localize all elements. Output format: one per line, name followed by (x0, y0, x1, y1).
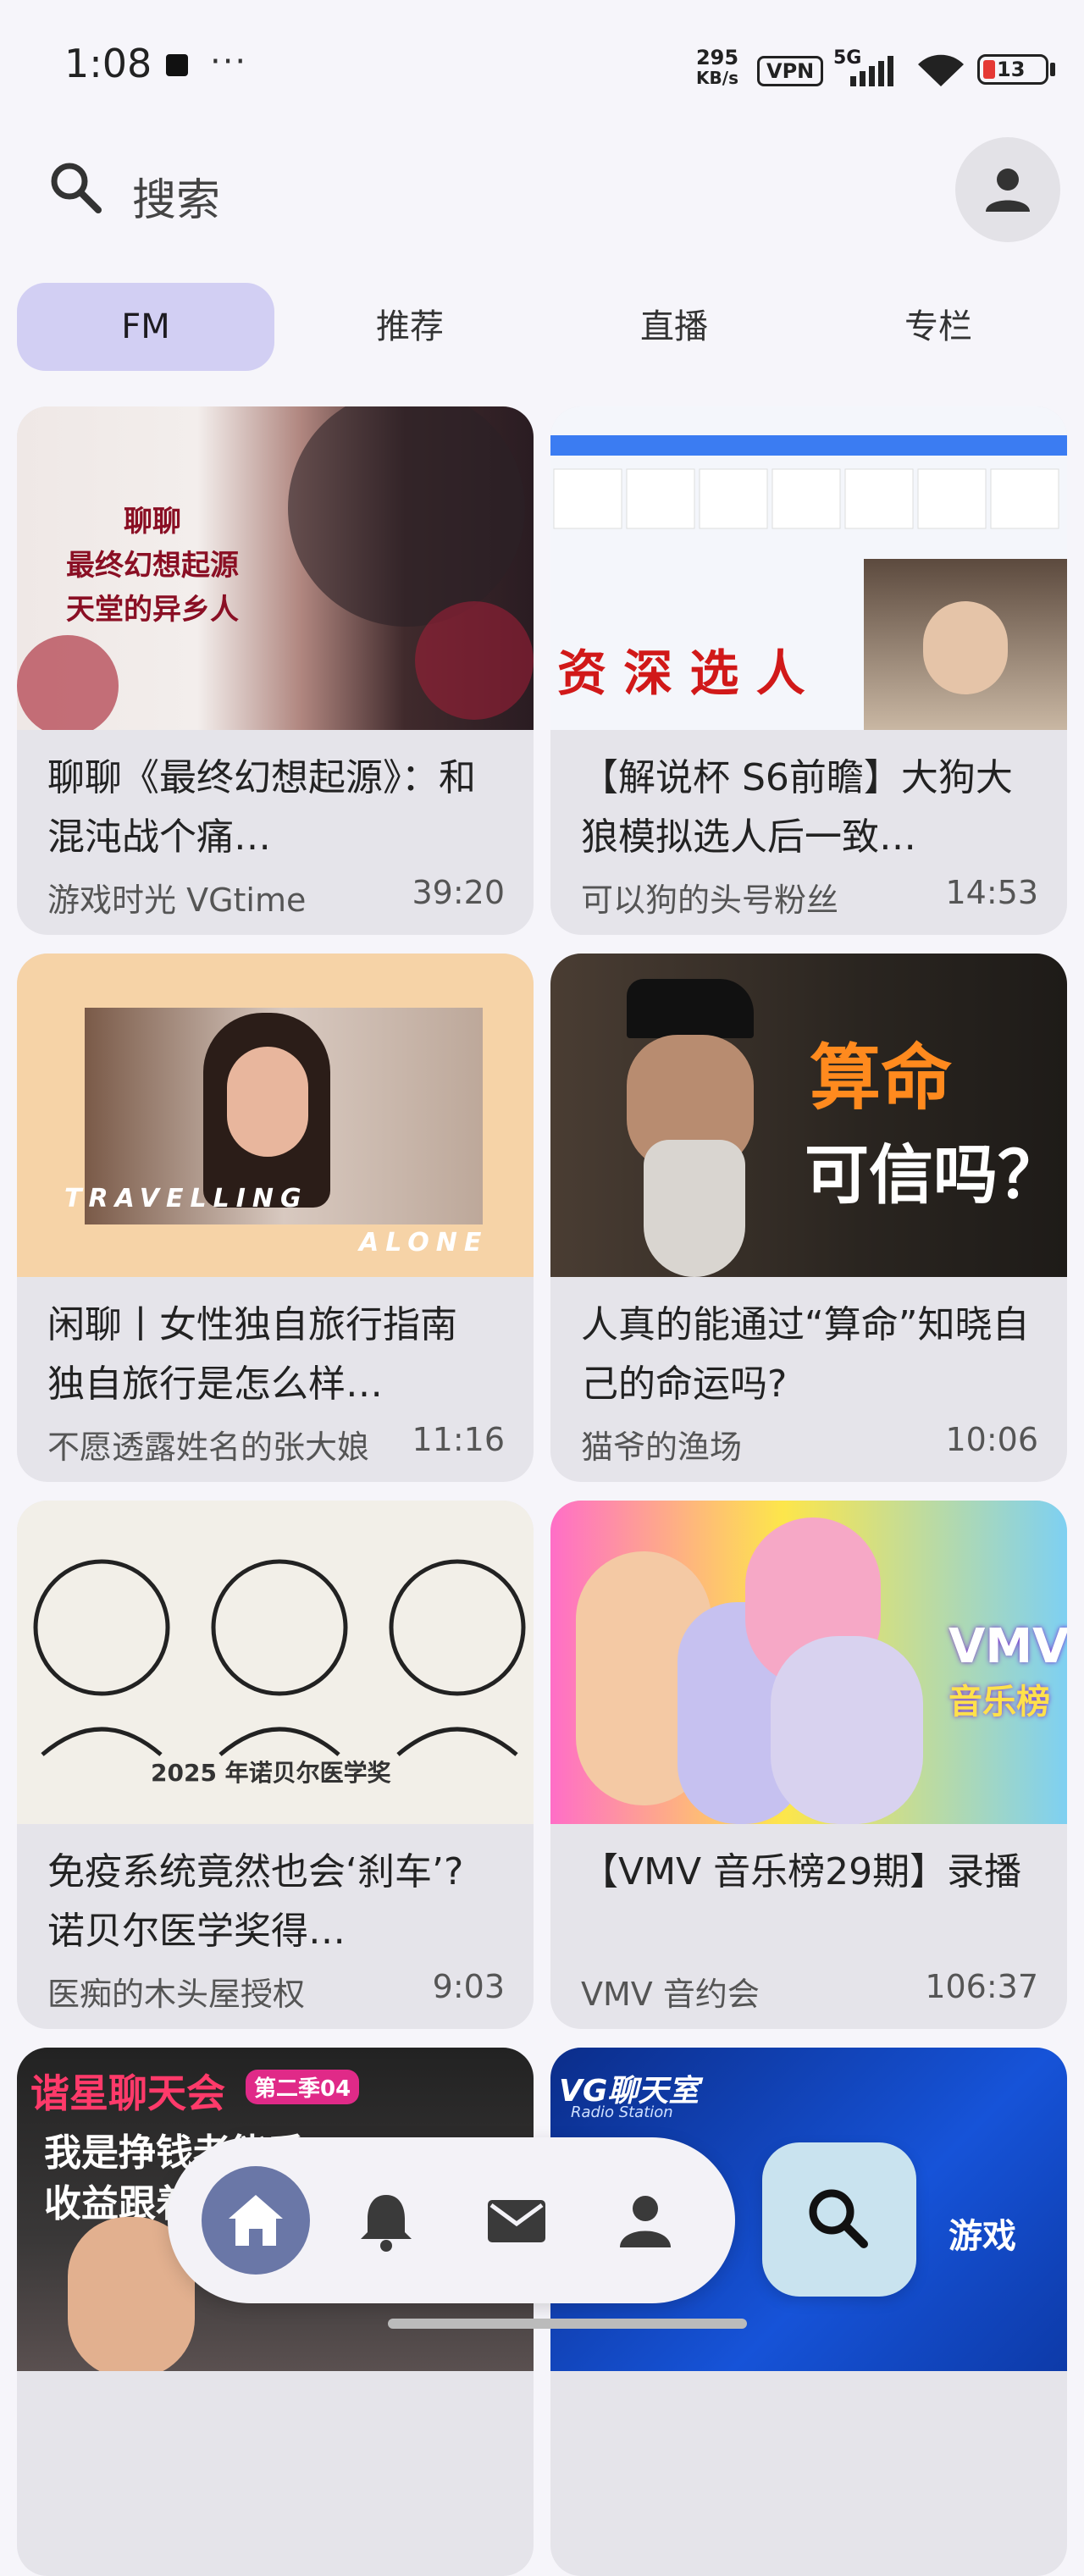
gesture-home-indicator[interactable] (388, 2319, 747, 2329)
search-bar[interactable]: 搜索 (34, 141, 932, 235)
video-duration: 11:16 (412, 1421, 505, 1458)
video-duration: 14:53 (945, 874, 1038, 911)
net-speed-unit: KB/s (696, 68, 738, 88)
thumb-caption: 谐星聊天会 (30, 2070, 225, 2116)
video-card[interactable]: VMV 音乐榜 【VMV 音乐榜29期】录播 VMV 音约会 106:37 (550, 1501, 1067, 2029)
video-title: 【VMV 音乐榜29期】录播 (581, 1850, 1022, 1893)
video-author: 不愿透露姓名的张大娘 (47, 1429, 370, 1466)
home-icon (229, 2195, 283, 2246)
more-notifications-icon: ··· (210, 42, 248, 81)
video-duration: 106:37 (925, 1968, 1038, 2005)
search-fab-button[interactable] (762, 2142, 916, 2297)
vpn-badge: VPN (757, 56, 824, 86)
video-thumbnail[interactable]: 2025 年诺贝尔医学奖 (17, 1501, 534, 1824)
video-author: VMV 音约会 (581, 1976, 760, 2013)
video-card[interactable]: 算命 可信吗？ 人真的能通过“算命”知晓自己的命运吗? 猫爷的渔场 10:06 (550, 954, 1067, 1482)
search-placeholder[interactable]: 搜索 (132, 164, 220, 228)
network-speed: 295 KB/s (688, 47, 747, 88)
thumb-caption: 可信吗？ (805, 1137, 1062, 1213)
video-thumbnail[interactable]: VMV 音乐榜 (550, 1501, 1067, 1824)
mail-icon[interactable] (476, 2180, 557, 2261)
search-icon (51, 163, 102, 213)
thumb-caption: 聊聊 最终幻想起源 天堂的异乡人 (51, 500, 254, 632)
video-thumbnail[interactable]: 聊聊 最终幻想起源 天堂的异乡人 (17, 406, 534, 730)
tab-column[interactable]: 专栏 (810, 283, 1067, 371)
video-author: 医痴的木头屋授权 (47, 1976, 306, 2013)
search-icon (809, 2189, 868, 2248)
battery-level: 13 (997, 58, 1026, 81)
status-time: 1:08 (64, 41, 152, 86)
video-thumbnail[interactable]: 算命 可信吗？ (550, 954, 1067, 1277)
wifi-icon (918, 54, 964, 86)
video-author: 可以狗的头号粉丝 (581, 882, 839, 919)
net-speed-value: 295 (695, 46, 739, 69)
status-indicators: 295 KB/s VPN 5G 13 (688, 44, 1084, 95)
notification-app-icon (166, 54, 188, 76)
bell-icon[interactable] (346, 2180, 427, 2261)
bottom-navigation (168, 2137, 735, 2303)
category-tabs: FM 推荐 直播 专栏 (17, 283, 1067, 371)
video-card[interactable]: 谐星聊天会 第二季04 我是挣钱老能手 收益跟着 (17, 2048, 534, 2576)
video-card[interactable]: 2025 年诺贝尔医学奖 免疫系统竟然也会‘刹车’? 诺贝尔医学奖得… 医痴的木… (17, 1501, 534, 2029)
video-title: 【解说杯 S6前瞻】大狗大狼模拟选人后一致… (581, 756, 1013, 859)
thumb-caption: 游戏 (948, 2217, 1016, 2256)
nav-home-button[interactable] (202, 2166, 310, 2275)
thumb-caption: ALONE (359, 1228, 489, 1258)
tab-live[interactable]: 直播 (545, 283, 803, 371)
account-avatar-button[interactable] (955, 137, 1060, 242)
person-icon[interactable] (605, 2180, 686, 2261)
thumb-line: 最终幻想起源 (66, 549, 239, 583)
thumb-line: VMV (948, 1619, 1067, 1674)
video-author: 游戏时光 VGtime (47, 882, 307, 919)
tab-fm[interactable]: FM (17, 283, 274, 371)
video-title: 聊聊《最终幻想起源》：和混沌战个痛… (47, 756, 476, 859)
video-card[interactable]: TRAVELLING ALONE 闲聊丨女性独自旅行指南 独自旅行是怎么样… 不… (17, 954, 534, 1482)
thumb-caption: TRAVELLING (64, 1184, 308, 1213)
tab-recommend[interactable]: 推荐 (281, 283, 539, 371)
video-duration: 10:06 (945, 1421, 1038, 1458)
thumb-line: 音乐榜 (948, 1683, 1050, 1722)
video-title: 免疫系统竟然也会‘刹车’? 诺贝尔医学奖得… (47, 1850, 464, 1953)
video-card[interactable]: 聊聊 最终幻想起源 天堂的异乡人 聊聊《最终幻想起源》：和混沌战个痛… 游戏时光… (17, 406, 534, 935)
battery-icon: 13 (977, 54, 1048, 85)
video-duration: 9:03 (432, 1968, 505, 2005)
video-card[interactable]: VG聊天室 Radio Station 游戏 (550, 2048, 1067, 2576)
signal-icon: 5G (833, 47, 910, 88)
thumb-caption: Radio Station (571, 2103, 673, 2121)
video-card[interactable]: 资 深 选 人 【解说杯 S6前瞻】大狗大狼模拟选人后一致… 可以狗的头号粉丝 … (550, 406, 1067, 935)
thumb-line: 聊聊 (124, 505, 181, 539)
thumb-caption: 2025 年诺贝尔医学奖 (151, 1759, 391, 1787)
video-thumbnail[interactable]: 资 深 选 人 (550, 406, 1067, 730)
video-title: 人真的能通过“算命”知晓自己的命运吗? (581, 1303, 1030, 1406)
thumb-line: 天堂的异乡人 (66, 593, 239, 627)
thumb-caption: 资 深 选 人 (557, 644, 805, 702)
video-thumbnail[interactable]: TRAVELLING ALONE (17, 954, 534, 1277)
video-author: 猫爷的渔场 (581, 1429, 743, 1466)
thumb-caption: 第二季04 (246, 2070, 360, 2104)
person-icon (986, 169, 1030, 212)
status-bar: 1:08 ··· 295 KB/s VPN 5G 13 (0, 0, 1084, 127)
video-title: 闲聊丨女性独自旅行指南 独自旅行是怎么样… (47, 1303, 457, 1406)
video-duration: 39:20 (412, 874, 505, 911)
thumb-caption: 算命 (810, 1036, 953, 1119)
thumb-caption: VMV 音乐榜 (948, 1619, 1067, 1723)
